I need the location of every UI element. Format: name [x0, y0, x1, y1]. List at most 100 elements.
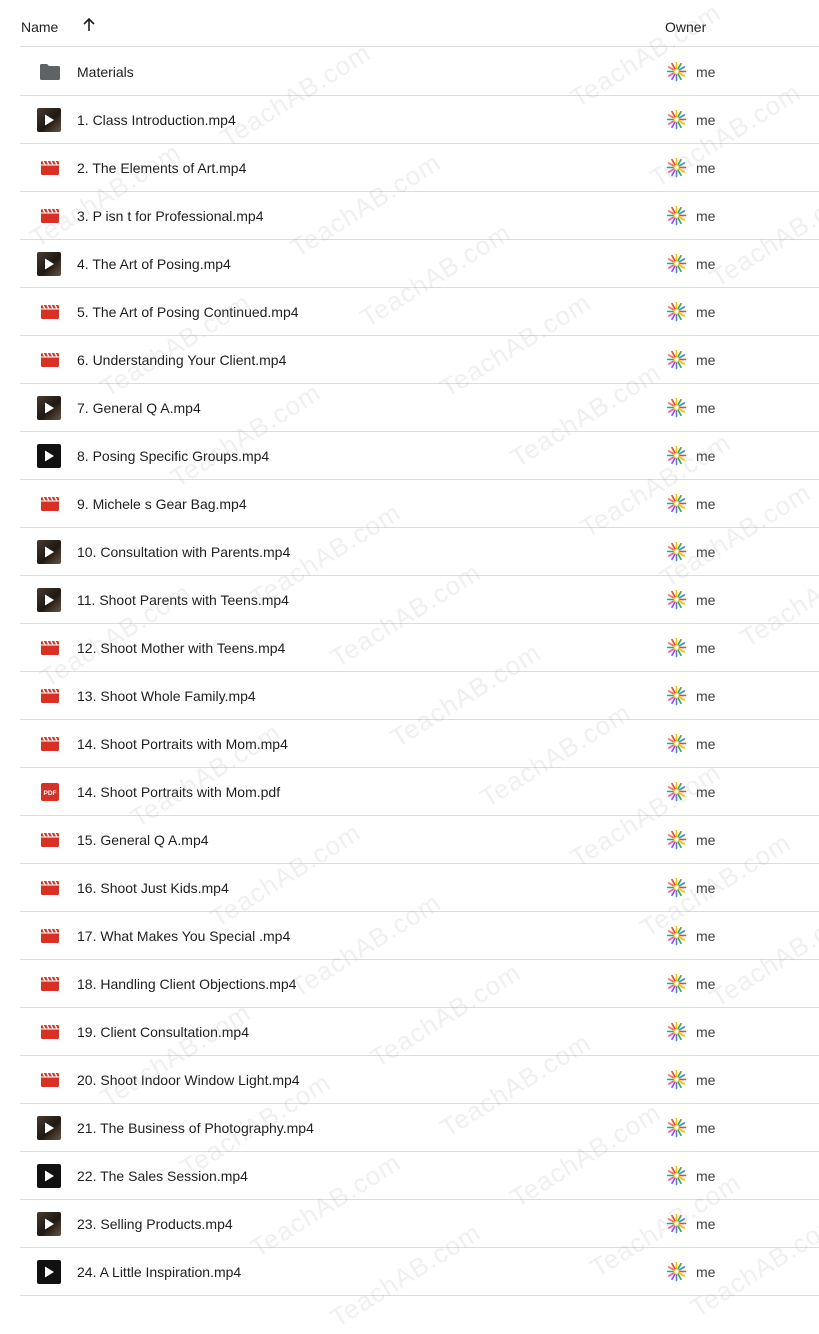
- owner-avatar-icon: [666, 253, 687, 274]
- owner-avatar-icon: [666, 493, 687, 514]
- video-file-icon: [41, 1072, 59, 1087]
- file-row[interactable]: 14. Shoot Portraits with Mom.mp4 me: [20, 720, 819, 768]
- file-row[interactable]: 17. What Makes You Special .mp4 me: [20, 912, 819, 960]
- file-row[interactable]: 4. The Art of Posing.mp4 me: [20, 240, 819, 288]
- owner-label: me: [696, 592, 716, 608]
- folder-icon: [40, 64, 60, 80]
- owner-avatar-icon: [666, 877, 687, 898]
- owner-label: me: [696, 304, 716, 320]
- video-thumbnail-play-icon: [37, 252, 61, 276]
- file-row[interactable]: 12. Shoot Mother with Teens.mp4 me: [20, 624, 819, 672]
- file-name: 18. Handling Client Objections.mp4: [77, 976, 297, 992]
- file-row[interactable]: PDF 14. Shoot Portraits with Mom.pdf me: [20, 768, 819, 816]
- file-row[interactable]: 6. Understanding Your Client.mp4 me: [20, 336, 819, 384]
- file-row[interactable]: 7. General Q A.mp4 me: [20, 384, 819, 432]
- owner-avatar-icon: [666, 157, 687, 178]
- file-name: 8. Posing Specific Groups.mp4: [77, 448, 270, 464]
- file-row[interactable]: 2. The Elements of Art.mp4 me: [20, 144, 819, 192]
- video-file-icon: [41, 304, 59, 319]
- file-row[interactable]: 20. Shoot Indoor Window Light.mp4 me: [20, 1056, 819, 1104]
- file-row[interactable]: 21. The Business of Photography.mp4 me: [20, 1104, 819, 1152]
- folder-row[interactable]: Materials me: [20, 48, 819, 96]
- owner-avatar-icon: [666, 733, 687, 754]
- file-name: 1. Class Introduction.mp4: [77, 112, 236, 128]
- file-row[interactable]: 11. Shoot Parents with Teens.mp4 me: [20, 576, 819, 624]
- video-file-icon: [41, 880, 59, 895]
- file-name: 5. The Art of Posing Continued.mp4: [77, 304, 299, 320]
- video-thumbnail-play-icon: [37, 108, 61, 132]
- owner-label: me: [696, 112, 716, 128]
- owner-label: me: [696, 448, 716, 464]
- video-file-icon: [41, 160, 59, 175]
- file-name: 22. The Sales Session.mp4: [77, 1168, 248, 1184]
- owner-label: me: [696, 1024, 716, 1040]
- file-row[interactable]: 24. A Little Inspiration.mp4 me: [20, 1248, 819, 1296]
- owner-avatar-icon: [666, 205, 687, 226]
- file-name: 16. Shoot Just Kids.mp4: [77, 880, 229, 896]
- file-row[interactable]: 23. Selling Products.mp4 me: [20, 1200, 819, 1248]
- file-row[interactable]: 1. Class Introduction.mp4 me: [20, 96, 819, 144]
- file-name: 6. Understanding Your Client.mp4: [77, 352, 287, 368]
- owner-label: me: [696, 688, 716, 704]
- file-row[interactable]: 18. Handling Client Objections.mp4 me: [20, 960, 819, 1008]
- video-file-icon: [41, 496, 59, 511]
- video-thumbnail-play-icon: [37, 1164, 61, 1188]
- video-file-icon: [41, 928, 59, 943]
- file-name: 11. Shoot Parents with Teens.mp4: [77, 592, 289, 608]
- file-name: 14. Shoot Portraits with Mom.mp4: [77, 736, 288, 752]
- owner-avatar-icon: [666, 61, 687, 82]
- video-file-icon: [41, 688, 59, 703]
- owner-avatar-icon: [666, 1261, 687, 1282]
- owner-avatar-icon: [666, 541, 687, 562]
- owner-avatar-icon: [666, 925, 687, 946]
- owner-avatar-icon: [666, 1213, 687, 1234]
- file-row[interactable]: 16. Shoot Just Kids.mp4 me: [20, 864, 819, 912]
- owner-avatar-icon: [666, 1021, 687, 1042]
- file-row[interactable]: 15. General Q A.mp4 me: [20, 816, 819, 864]
- file-name: 4. The Art of Posing.mp4: [77, 256, 231, 272]
- file-row[interactable]: 10. Consultation with Parents.mp4 me: [20, 528, 819, 576]
- file-name: 23. Selling Products.mp4: [77, 1216, 233, 1232]
- owner-label: me: [696, 784, 716, 800]
- file-name: 13. Shoot Whole Family.mp4: [77, 688, 256, 704]
- video-file-icon: [41, 208, 59, 223]
- owner-label: me: [696, 976, 716, 992]
- file-row[interactable]: 13. Shoot Whole Family.mp4 me: [20, 672, 819, 720]
- video-file-icon: [41, 352, 59, 367]
- file-name: 12. Shoot Mother with Teens.mp4: [77, 640, 286, 656]
- owner-label: me: [696, 160, 716, 176]
- owner-label: me: [696, 544, 716, 560]
- owner-label: me: [696, 1264, 716, 1280]
- file-name: Materials: [77, 64, 134, 80]
- file-name: 17. What Makes You Special .mp4: [77, 928, 291, 944]
- file-row[interactable]: 3. P isn t for Professional.mp4 me: [20, 192, 819, 240]
- owner-avatar-icon: [666, 1165, 687, 1186]
- file-row[interactable]: 22. The Sales Session.mp4 me: [20, 1152, 819, 1200]
- file-name: 19. Client Consultation.mp4: [77, 1024, 249, 1040]
- owner-label: me: [696, 496, 716, 512]
- sort-ascending-arrow-icon[interactable]: [81, 17, 97, 33]
- owner-avatar-icon: [666, 685, 687, 706]
- video-thumbnail-play-icon: [37, 396, 61, 420]
- video-thumbnail-play-icon: [37, 588, 61, 612]
- file-name: 15. General Q A.mp4: [77, 832, 209, 848]
- name-column-header[interactable]: Name: [21, 19, 58, 35]
- owner-column-header[interactable]: Owner: [665, 19, 706, 35]
- file-row[interactable]: 19. Client Consultation.mp4 me: [20, 1008, 819, 1056]
- owner-label: me: [696, 1072, 716, 1088]
- file-row[interactable]: 9. Michele s Gear Bag.mp4 me: [20, 480, 819, 528]
- owner-label: me: [696, 880, 716, 896]
- video-file-icon: [41, 736, 59, 751]
- file-list: Materials me 1. Class Introduction.mp4 me 2.…: [20, 48, 819, 1296]
- owner-avatar-icon: [666, 781, 687, 802]
- owner-avatar-icon: [666, 109, 687, 130]
- owner-avatar-icon: [666, 397, 687, 418]
- owner-label: me: [696, 1216, 716, 1232]
- video-thumbnail-play-icon: [37, 540, 61, 564]
- file-row[interactable]: 5. The Art of Posing Continued.mp4 me: [20, 288, 819, 336]
- owner-avatar-icon: [666, 589, 687, 610]
- file-name: 7. General Q A.mp4: [77, 400, 201, 416]
- owner-avatar-icon: [666, 445, 687, 466]
- file-row[interactable]: 8. Posing Specific Groups.mp4 me: [20, 432, 819, 480]
- owner-avatar-icon: [666, 301, 687, 322]
